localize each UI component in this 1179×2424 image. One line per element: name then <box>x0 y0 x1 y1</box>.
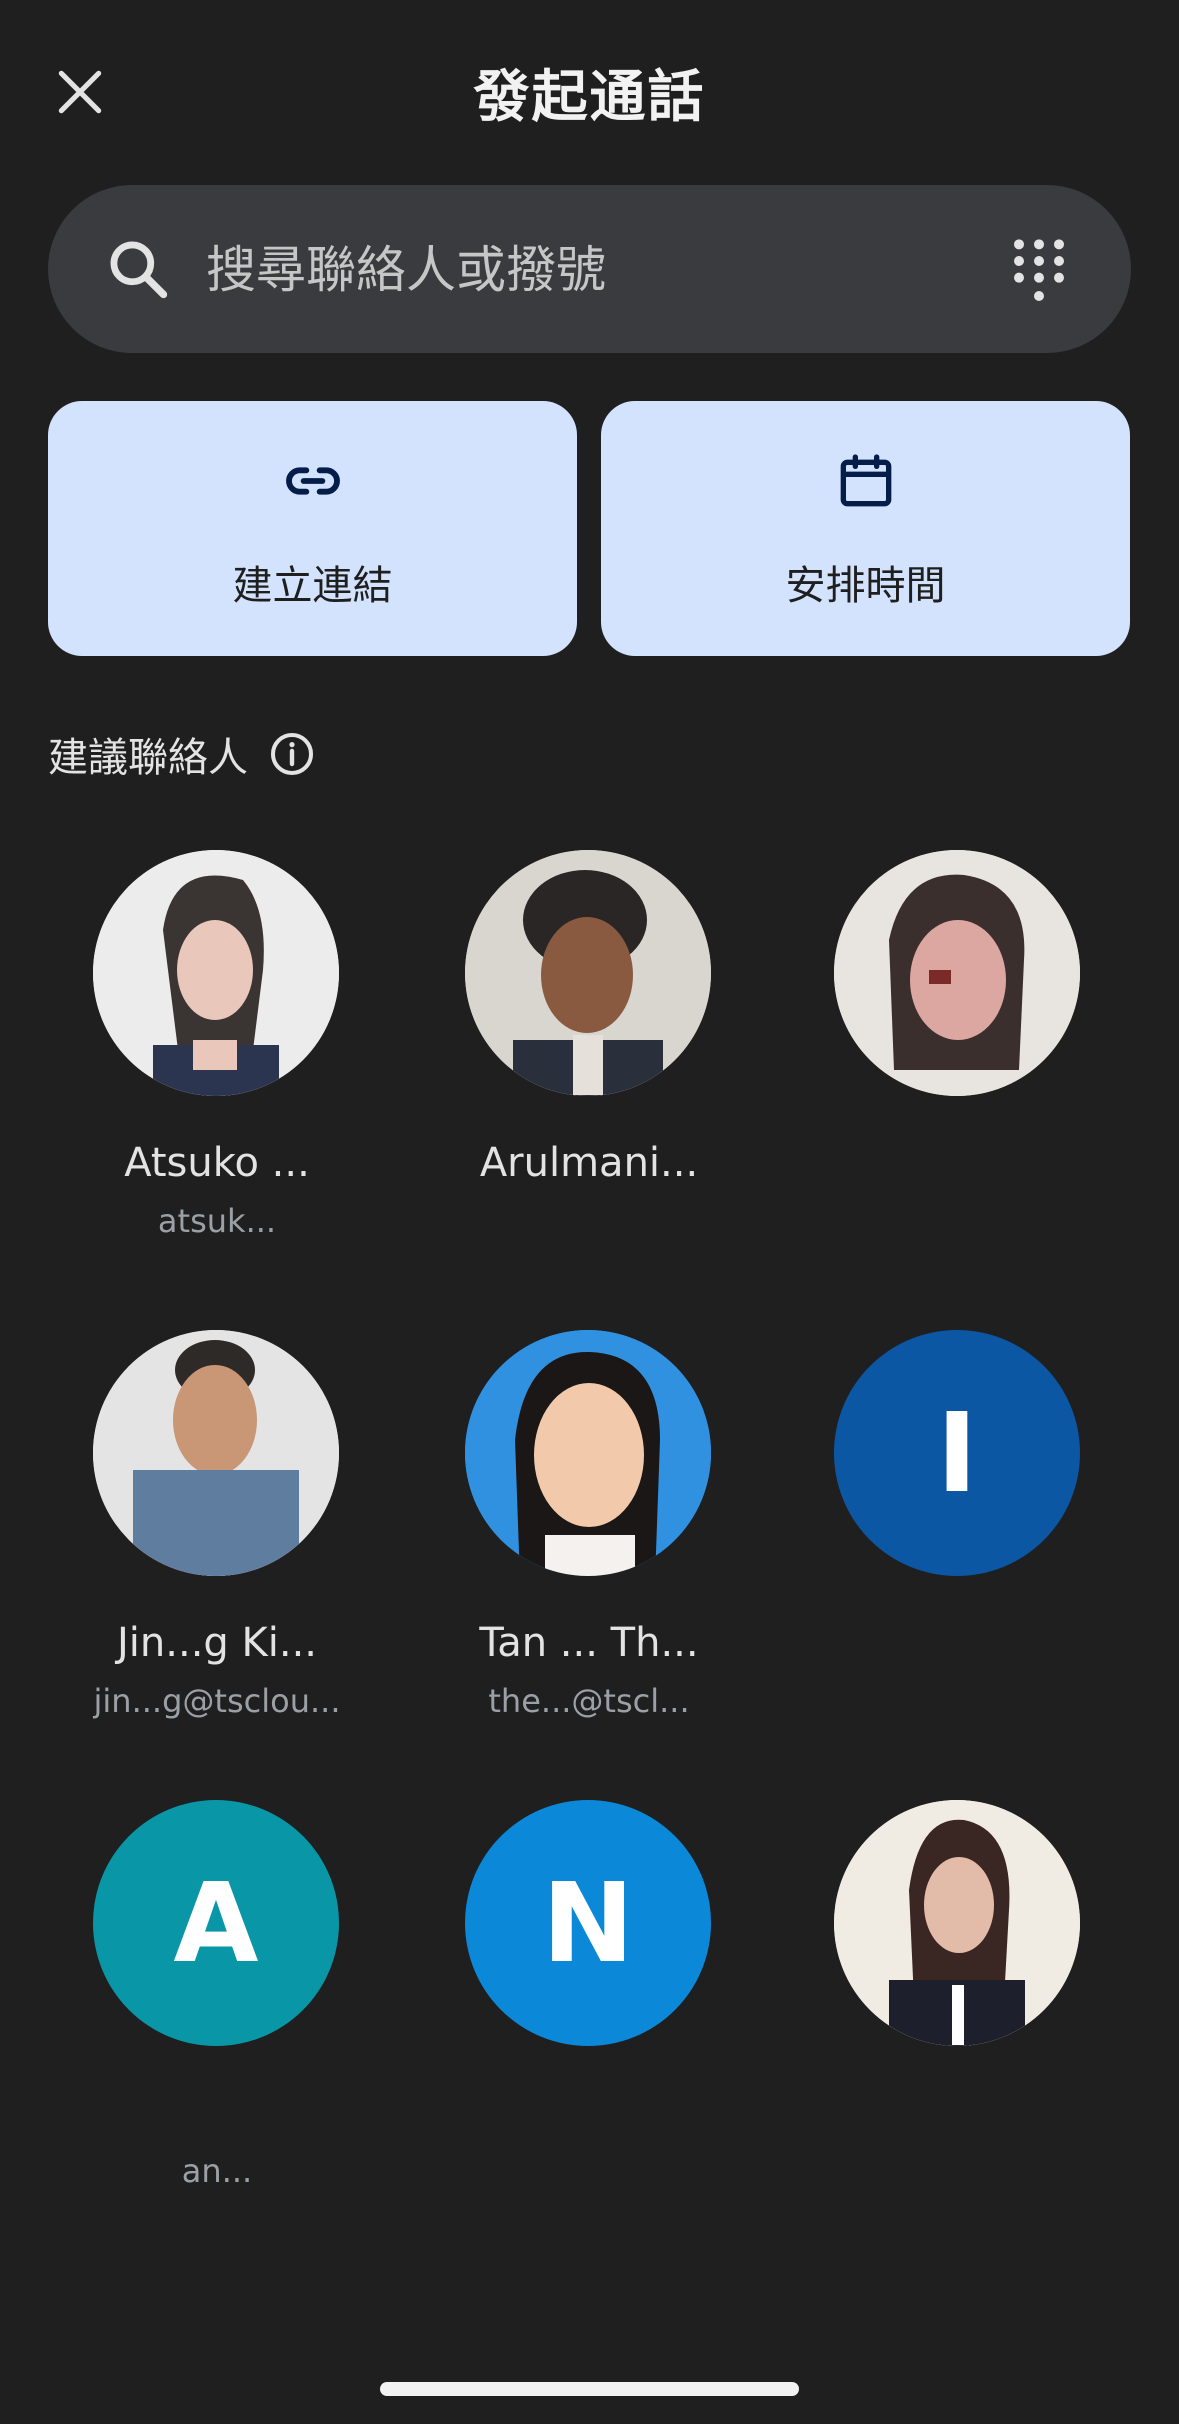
contact-email: jin...g@tsclou... <box>93 1682 341 1720</box>
avatar-initial: I <box>936 1389 978 1517</box>
calendar-icon <box>840 454 891 507</box>
avatar: A <box>93 1800 339 2046</box>
home-indicator[interactable] <box>380 2382 799 2396</box>
section-title: 建議聯絡人 <box>48 735 248 781</box>
contact-email: atsuk... <box>157 1202 277 1240</box>
contact-card[interactable]: Jin...g Ki... jin...g@tsclou... <box>33 1330 401 1750</box>
contact-card[interactable]: Atsuko ... atsuk... <box>33 850 401 1270</box>
contact-card[interactable] <box>774 1800 1142 2220</box>
link-icon <box>285 467 340 495</box>
avatar-initial: N <box>541 1859 635 1987</box>
contact-card[interactable]: I <box>774 1330 1142 1750</box>
avatar <box>834 1800 1080 2046</box>
page-title: 發起通話 <box>473 65 706 130</box>
create-link-label: 建立連結 <box>232 563 393 609</box>
contact-name: Atsuko ... <box>124 1140 310 1186</box>
contact-card[interactable]: A an... <box>33 1800 401 2220</box>
contact-name: Tan ... Th... <box>479 1620 699 1666</box>
search-icon <box>110 241 168 299</box>
create-link-button[interactable]: 建立連結 <box>48 401 577 656</box>
avatar <box>834 850 1080 1096</box>
contact-email: an... <box>181 2152 253 2190</box>
avatar <box>465 850 711 1096</box>
top-bar: 發起通話 <box>0 0 1179 185</box>
contact-card[interactable] <box>774 850 1142 1270</box>
dialpad-icon[interactable] <box>999 231 1079 311</box>
search-input[interactable] <box>204 223 1008 317</box>
schedule-label: 安排時間 <box>785 563 946 609</box>
contact-card[interactable]: N <box>405 1800 773 2220</box>
suggested-contacts-header: 建議聯絡人 <box>48 722 316 786</box>
info-icon[interactable] <box>268 730 316 778</box>
avatar: I <box>834 1330 1080 1576</box>
avatar <box>93 850 339 1096</box>
search-bar[interactable] <box>48 185 1131 353</box>
avatar-initial: A <box>173 1859 259 1987</box>
contact-name: Arulmani... <box>479 1140 699 1186</box>
contact-email: the...@tscl... <box>488 1682 690 1720</box>
avatar: N <box>465 1800 711 2046</box>
avatar <box>93 1330 339 1576</box>
schedule-button[interactable]: 安排時間 <box>601 401 1130 656</box>
contact-card[interactable]: Tan ... Th... the...@tscl... <box>405 1330 773 1750</box>
contact-name: Jin...g Ki... <box>117 1620 317 1666</box>
contact-card[interactable]: Arulmani... <box>405 850 773 1270</box>
avatar <box>465 1330 711 1576</box>
